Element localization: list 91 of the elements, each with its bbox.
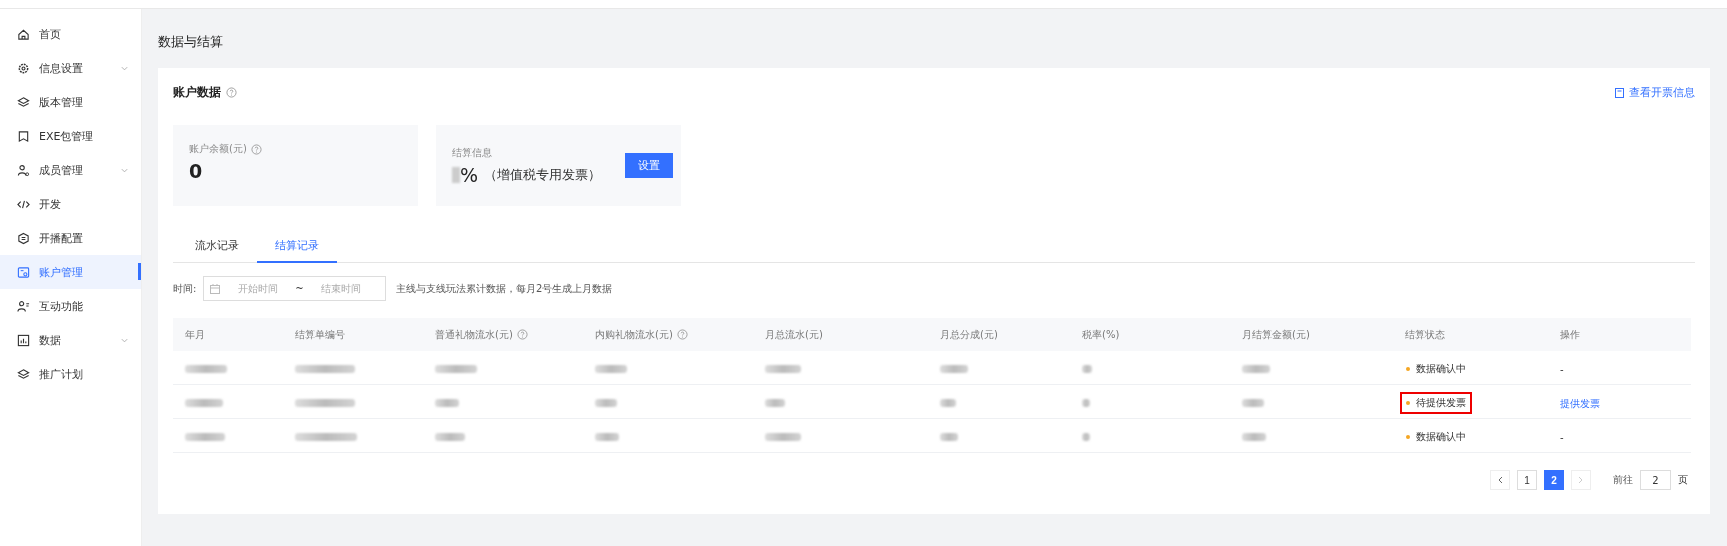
redacted-value	[1082, 433, 1090, 441]
stat-value: 0	[189, 160, 204, 182]
hint-text: 主线与支线玩法累计数据，每月2号生成上月数据	[396, 281, 613, 296]
redacted-value	[940, 433, 958, 441]
status-text: 数据确认中	[1400, 425, 1472, 448]
date-range-field[interactable]: 开始时间 ~ 结束时间	[203, 276, 386, 301]
page-input[interactable]: 2	[1640, 470, 1671, 490]
redacted-value	[595, 365, 627, 373]
status-text: 数据确认中	[1400, 357, 1472, 380]
document-icon	[1615, 87, 1624, 98]
sidebar-item[interactable]: 开发	[0, 187, 141, 221]
redacted-value	[452, 166, 460, 183]
column-header: 结算单编号	[295, 327, 345, 342]
sidebar-item[interactable]: 互动功能	[0, 289, 141, 323]
previous-page-button[interactable]	[1490, 470, 1510, 490]
home-icon	[17, 27, 30, 41]
gear-icon	[17, 61, 30, 75]
stat-label: 结算信息	[452, 145, 492, 160]
column-header: 税率(%)	[1082, 327, 1120, 342]
column-header: 结算状态	[1405, 327, 1445, 342]
redacted-value	[765, 433, 801, 441]
column-header: 普通礼物流水(元)	[435, 327, 513, 342]
redacted-value	[185, 399, 223, 407]
column-header: 月总流水(元)	[765, 327, 823, 342]
bookmark-icon	[17, 129, 30, 143]
hexagon-icon	[17, 231, 30, 245]
redacted-value	[595, 433, 619, 441]
account-icon	[17, 265, 30, 279]
redacted-value	[765, 365, 801, 373]
tab[interactable]: 结算记录	[257, 232, 337, 263]
redacted-value	[1242, 433, 1266, 441]
calendar-icon	[210, 283, 220, 294]
redacted-value	[295, 399, 355, 407]
filter-label: 时间:	[173, 281, 198, 296]
sidebar-item[interactable]: 版本管理	[0, 85, 141, 119]
redacted-value	[1242, 399, 1264, 407]
help-icon	[250, 143, 262, 155]
redacted-value	[295, 433, 357, 441]
status-text: 待提供发票	[1400, 391, 1472, 414]
sidebar-item[interactable]: 信息设置	[0, 51, 141, 85]
tab[interactable]: 流水记录	[177, 232, 257, 263]
goto-label: 前往	[1613, 473, 1633, 487]
redacted-value	[940, 399, 956, 407]
redacted-value	[185, 433, 225, 441]
layers-icon	[17, 367, 30, 381]
sidebar-item[interactable]: 数据	[0, 323, 141, 357]
section-title: 账户数据	[173, 84, 221, 101]
sidebar-item[interactable]: EXE包管理	[0, 119, 141, 153]
redacted-value	[940, 365, 968, 373]
sidebar-item[interactable]: 账户管理	[0, 255, 141, 289]
page-button[interactable]: 1	[1517, 470, 1537, 490]
redacted-value	[435, 365, 477, 373]
person-icon	[17, 163, 30, 177]
redacted-value	[295, 365, 355, 373]
stat-label: 账户余额(元)	[189, 142, 247, 156]
table-cell: -	[1560, 364, 1564, 375]
page-title: 数据与结算	[158, 33, 223, 51]
page-button[interactable]: 2	[1544, 470, 1564, 490]
redacted-value	[435, 399, 459, 407]
percent-sign: %	[460, 163, 479, 186]
help-icon	[676, 329, 688, 340]
column-header: 操作	[1560, 327, 1580, 342]
chevron-left-icon	[1497, 476, 1503, 484]
invoice-type: （增值税专用发票）	[484, 165, 602, 184]
help-icon	[226, 87, 237, 98]
people-icon	[17, 299, 30, 313]
chevron-right-icon	[1578, 476, 1584, 484]
page-unit: 页	[1678, 473, 1688, 487]
layers-icon	[17, 95, 30, 109]
column-header: 月结算金额(元)	[1242, 327, 1310, 342]
table-cell: -	[1560, 432, 1564, 443]
next-page-button[interactable]	[1571, 470, 1591, 490]
column-header: 月总分成(元)	[940, 327, 998, 342]
sidebar-item[interactable]: 首页	[0, 17, 141, 51]
redacted-value	[185, 365, 227, 373]
column-header: 年月	[185, 327, 205, 342]
help-icon	[516, 329, 528, 340]
redacted-value	[1082, 365, 1092, 373]
sidebar-item[interactable]: 开播配置	[0, 221, 141, 255]
sidebar-item[interactable]: 成员管理	[0, 153, 141, 187]
chart-icon	[17, 333, 30, 347]
redacted-value	[1242, 365, 1270, 373]
redacted-value	[765, 399, 785, 407]
sidebar-item[interactable]: 推广计划	[0, 357, 141, 391]
redacted-value	[1082, 399, 1090, 407]
invoice-info-link[interactable]: 查看开票信息	[1615, 85, 1695, 100]
redacted-value	[595, 399, 617, 407]
provide-invoice-link[interactable]: 提供发票	[1560, 398, 1600, 409]
redacted-value	[435, 433, 465, 441]
settings-button[interactable]: 设置	[625, 153, 674, 178]
column-header: 内购礼物流水(元)	[595, 327, 673, 342]
